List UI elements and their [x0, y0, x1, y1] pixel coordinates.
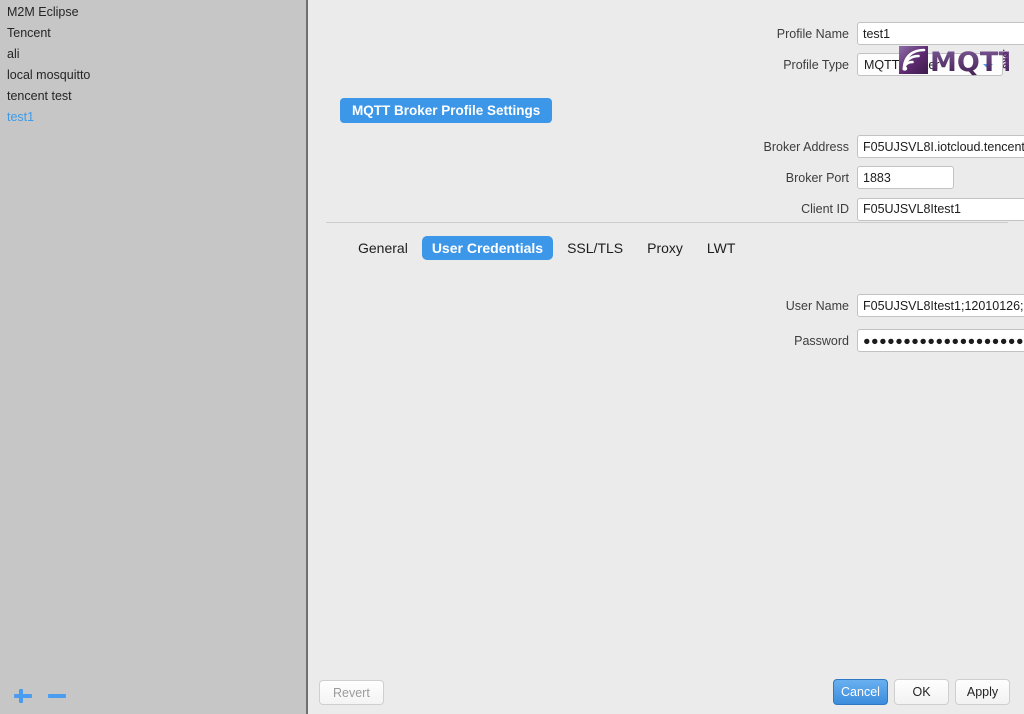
minus-icon — [48, 694, 66, 698]
add-profile-button[interactable] — [12, 685, 34, 707]
cancel-button[interactable]: Cancel — [833, 679, 888, 705]
broker-address-row: Broker Address — [308, 135, 1024, 158]
profile-name-label: Profile Name — [776, 26, 849, 41]
list-item[interactable]: ali — [0, 44, 306, 65]
user-name-label: User Name — [785, 298, 849, 313]
profile-item-label: ali — [7, 47, 20, 61]
profile-type-label: Profile Type — [783, 57, 849, 72]
application-window: M2M Eclipse Tencent ali local mosquitto … — [0, 0, 1024, 714]
profile-settings-panel: Profile Name Profile Type MQTT Broker — [308, 0, 1024, 714]
mqtt-org-logo: MQTT .ORG — [899, 44, 1018, 78]
settings-tab-bar: General User Credentials SSL/TLS Proxy L… — [348, 236, 745, 260]
plus-icon-stem — [19, 689, 23, 703]
list-item[interactable]: M2M Eclipse — [0, 2, 306, 23]
profile-item-label: Tencent — [7, 26, 51, 40]
broker-address-input[interactable] — [857, 135, 1024, 158]
profile-sidebar: M2M Eclipse Tencent ali local mosquitto … — [0, 0, 308, 714]
list-item[interactable]: tencent test — [0, 86, 306, 107]
user-name-input[interactable] — [857, 294, 1024, 317]
revert-button[interactable]: Revert — [319, 680, 384, 705]
client-id-input[interactable] — [857, 197, 1024, 221]
profile-item-label: tencent test — [7, 89, 72, 103]
tab-ssl-tls[interactable]: SSL/TLS — [557, 236, 633, 260]
apply-button[interactable]: Apply — [955, 679, 1010, 705]
profile-item-label: M2M Eclipse — [7, 5, 79, 19]
section-header[interactable]: MQTT Broker Profile Settings — [340, 98, 553, 123]
list-item[interactable]: Tencent — [0, 23, 306, 44]
tab-general[interactable]: General — [348, 236, 418, 260]
list-item[interactable]: local mosquitto — [0, 65, 306, 86]
broker-address-label: Broker Address — [763, 139, 849, 154]
svg-text:.ORG: .ORG — [1001, 49, 1009, 69]
profile-name-row: Profile Name — [308, 22, 1024, 45]
dialog-actions: Cancel OK Apply — [833, 679, 1010, 705]
svg-text:MQTT: MQTT — [930, 47, 1009, 76]
tab-user-credentials[interactable]: User Credentials — [421, 236, 554, 260]
profile-list: M2M Eclipse Tencent ali local mosquitto … — [0, 0, 306, 128]
broker-port-label: Broker Port — [785, 170, 849, 185]
profile-item-label: local mosquitto — [7, 68, 91, 82]
sidebar-toolbar — [0, 678, 306, 714]
tab-lwt[interactable]: LWT — [697, 236, 746, 260]
password-row: Password — [308, 329, 1024, 352]
remove-profile-button[interactable] — [46, 685, 68, 707]
plus-icon — [14, 694, 32, 698]
profile-item-label: test1 — [7, 110, 35, 124]
broker-port-row: Broker Port — [308, 166, 954, 189]
profile-name-input[interactable] — [857, 22, 1024, 45]
user-name-row: User Name — [308, 294, 1024, 317]
section-divider — [326, 222, 1008, 223]
password-label: Password — [794, 333, 849, 348]
tab-proxy[interactable]: Proxy — [637, 236, 693, 260]
client-id-label: Client ID — [801, 202, 849, 216]
list-item-selected[interactable]: test1 — [0, 107, 306, 128]
ok-button[interactable]: OK — [894, 679, 949, 705]
broker-port-input[interactable] — [857, 166, 954, 189]
client-id-row: Client ID Generate — [308, 197, 1024, 221]
password-input[interactable] — [857, 329, 1024, 352]
